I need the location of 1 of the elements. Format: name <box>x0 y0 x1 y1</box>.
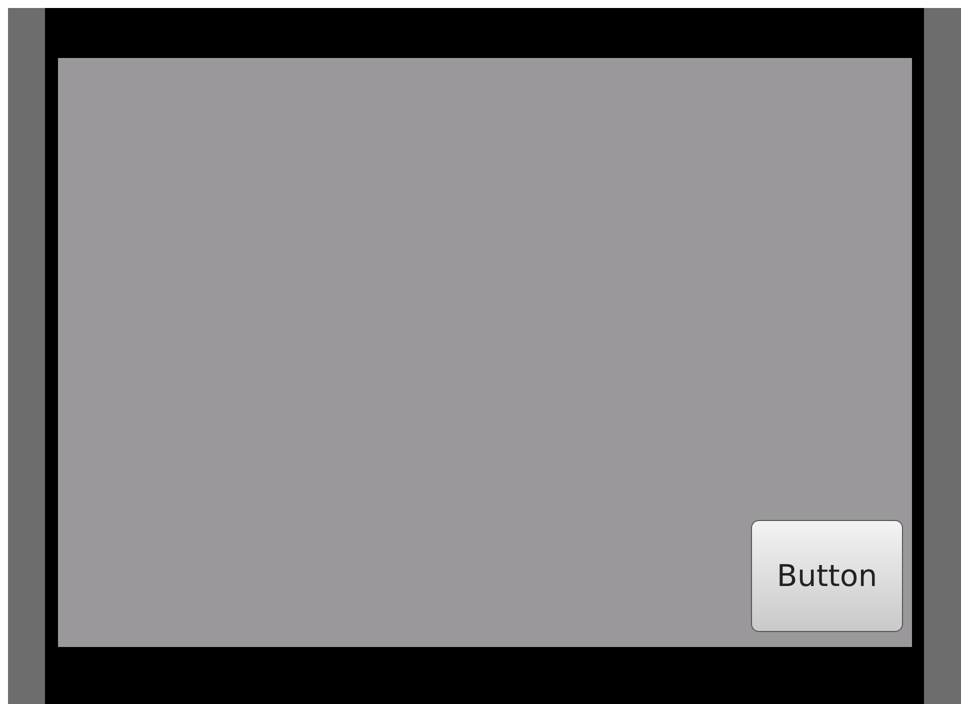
button[interactable]: Button <box>751 520 903 632</box>
